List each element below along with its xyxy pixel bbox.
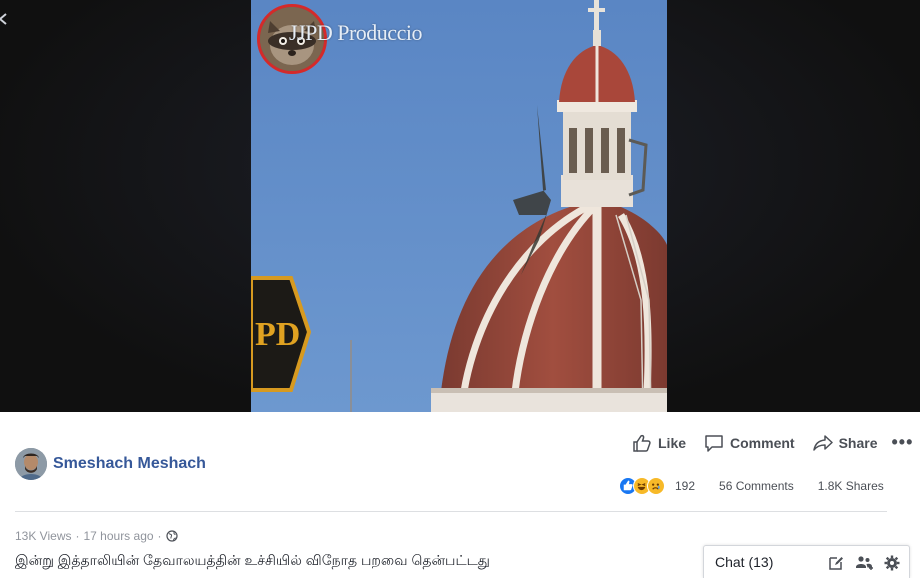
like-button[interactable]: Like bbox=[632, 434, 686, 452]
post-time[interactable]: 17 hours ago bbox=[83, 529, 153, 543]
sad-reaction-icon bbox=[647, 477, 665, 495]
like-label: Like bbox=[658, 434, 687, 451]
chat-bar[interactable]: Chat (13) bbox=[703, 545, 910, 578]
close-icon[interactable] bbox=[0, 8, 11, 30]
post-info-panel: Smeshach Meshach Like Comment Share ••• bbox=[0, 412, 920, 578]
divider bbox=[15, 511, 887, 512]
video-watermark: JJPD Produccio bbox=[289, 20, 422, 45]
share-label: Share bbox=[838, 434, 878, 451]
author-avatar[interactable] bbox=[15, 448, 47, 480]
comments-count[interactable]: 56 Comments bbox=[719, 479, 794, 493]
meta-separator: · bbox=[157, 529, 162, 543]
share-button[interactable]: Share bbox=[812, 434, 878, 452]
compose-icon[interactable] bbox=[827, 554, 845, 572]
group-icon[interactable] bbox=[855, 554, 873, 572]
comment-button[interactable]: Comment bbox=[704, 434, 795, 452]
gear-icon[interactable] bbox=[883, 554, 901, 572]
author-name[interactable]: Smeshach Meshach bbox=[53, 455, 206, 473]
view-count: 13K Views bbox=[15, 529, 72, 543]
globe-icon[interactable] bbox=[165, 530, 178, 542]
reaction-count[interactable]: 192 bbox=[675, 479, 695, 493]
chat-label[interactable]: Chat (13) bbox=[715, 554, 773, 570]
share-icon bbox=[812, 434, 833, 451]
meta-separator: · bbox=[75, 529, 80, 543]
more-icon[interactable]: ••• bbox=[892, 432, 914, 453]
svg-text:PD: PD bbox=[255, 316, 300, 353]
post-author[interactable]: Smeshach Meshach bbox=[15, 448, 206, 480]
reactions-summary[interactable] bbox=[619, 477, 665, 495]
post-caption: இன்று இத்தாலியின் தேவாலயத்தின் உச்சியில்… bbox=[15, 552, 490, 568]
comment-label: Comment bbox=[730, 434, 795, 451]
post-meta: 13K Views · 17 hours ago · bbox=[15, 529, 178, 543]
post-stats: 192 56 Comments 1.8K Shares bbox=[619, 477, 884, 495]
like-icon bbox=[633, 434, 651, 452]
chat-icons bbox=[817, 554, 901, 572]
post-actions: Like Comment Share ••• bbox=[632, 432, 913, 453]
shares-count[interactable]: 1.8K Shares bbox=[818, 479, 884, 493]
video-player[interactable]: PD bbox=[251, 0, 667, 412]
video-theater: PD JJPD Produccio bbox=[0, 0, 920, 412]
comment-icon bbox=[705, 434, 723, 452]
